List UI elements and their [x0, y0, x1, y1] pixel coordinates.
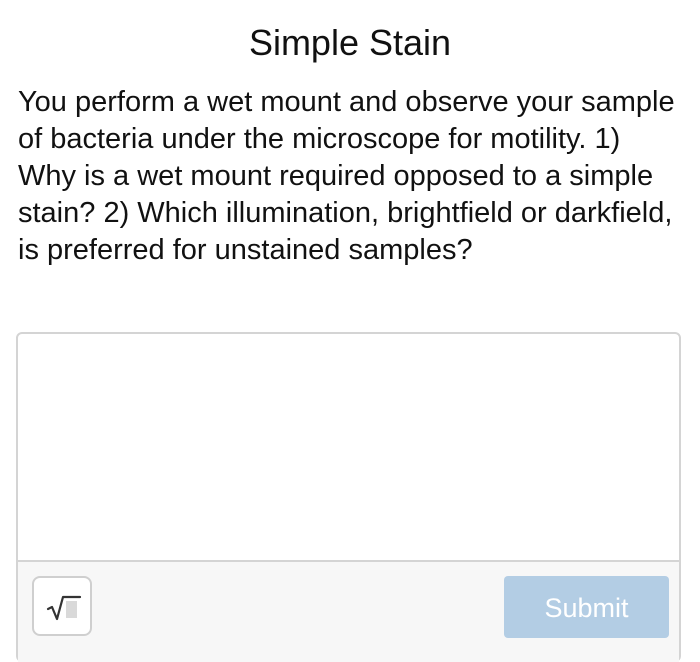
page-title: Simple Stain — [248, 22, 452, 63]
question-text: You perform a wet mount and observe your… — [18, 86, 675, 266]
square-root-icon — [46, 595, 82, 621]
answer-input[interactable] — [18, 334, 679, 560]
answer-toolbar: Submit — [18, 560, 679, 662]
submit-button[interactable]: Submit — [504, 576, 669, 638]
math-editor-button[interactable] — [32, 576, 92, 636]
answer-panel: Submit — [16, 332, 681, 662]
